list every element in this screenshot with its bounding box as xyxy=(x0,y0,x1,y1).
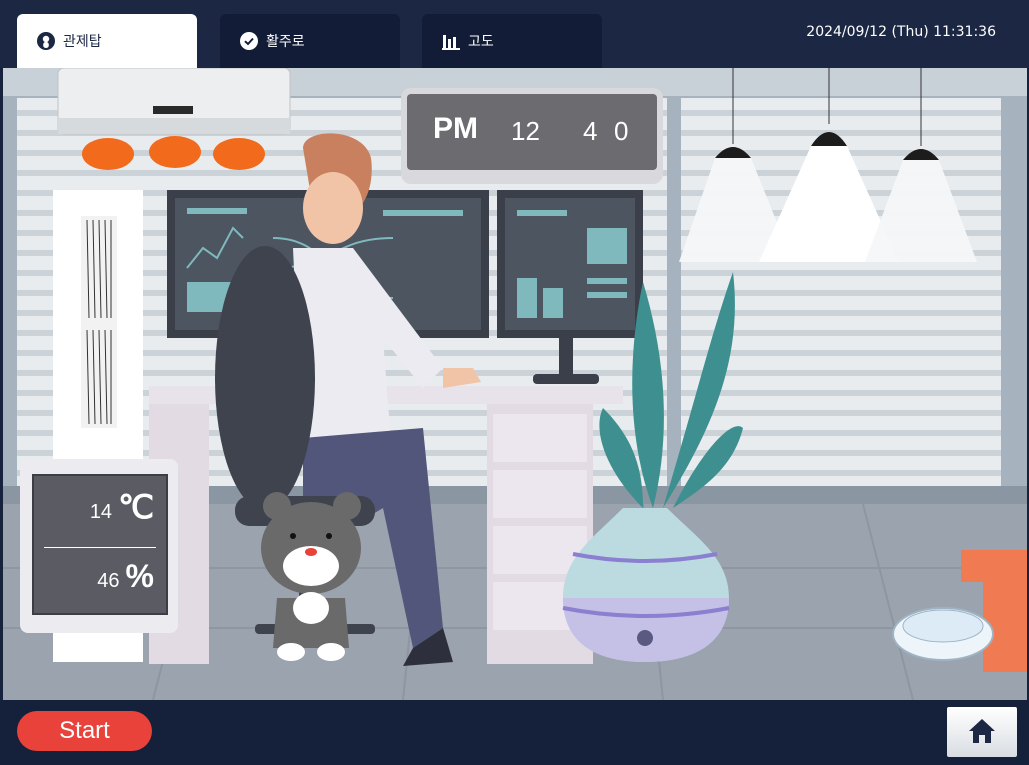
temperature-value: 14 xyxy=(89,501,113,523)
timer-ampm: PM xyxy=(433,112,478,145)
tab-label: 활주로 xyxy=(266,34,305,50)
timer-minute-tens: 4 xyxy=(583,116,598,146)
tab-altitude[interactable]: 고도 xyxy=(422,14,602,68)
tab-label: 고도 xyxy=(468,34,494,50)
climate-readout-panel: 14 ℃ 46 % xyxy=(20,459,178,633)
timer-display: PM 12 4 0 xyxy=(407,94,657,170)
person-icon xyxy=(37,32,55,50)
start-button[interactable]: Start xyxy=(17,711,152,751)
air-conditioner-icon xyxy=(57,68,291,170)
datetime-display: 2024/09/12 (Thu) 11:31:36 xyxy=(806,24,996,40)
tiger-mascot-icon xyxy=(261,492,361,661)
temperature-unit: ℃ xyxy=(118,489,154,525)
humidity-readout: 46 % xyxy=(97,558,154,595)
climate-readout-display: 14 ℃ 46 % xyxy=(32,474,168,615)
temperature-readout: 14 ℃ xyxy=(90,488,154,526)
home-icon xyxy=(967,717,997,748)
humidity-value: 46 xyxy=(97,570,120,592)
water-bowl-icon xyxy=(892,607,994,661)
bottom-bar: Start xyxy=(0,700,1029,765)
office-scene: PM 12 4 0 14 ℃ 46 % xyxy=(3,68,1027,700)
readout-divider xyxy=(44,547,156,548)
tab-control-tower[interactable]: 관제탑 xyxy=(17,14,197,68)
bar-chart-icon xyxy=(442,32,460,50)
tab-label: 관제탑 xyxy=(63,34,102,50)
tab-runway[interactable]: 활주로 xyxy=(220,14,400,68)
humidity-unit: % xyxy=(125,558,154,594)
timer-hour: 12 xyxy=(511,116,540,146)
home-button[interactable] xyxy=(947,707,1017,757)
timer-minute-ones: 0 xyxy=(614,116,629,146)
check-circle-icon xyxy=(240,32,258,50)
top-bar: 관제탑 활주로 고도 2024/09/12 (Thu) 11:31:36 xyxy=(0,0,1029,68)
timer-panel: PM 12 4 0 xyxy=(401,88,663,184)
